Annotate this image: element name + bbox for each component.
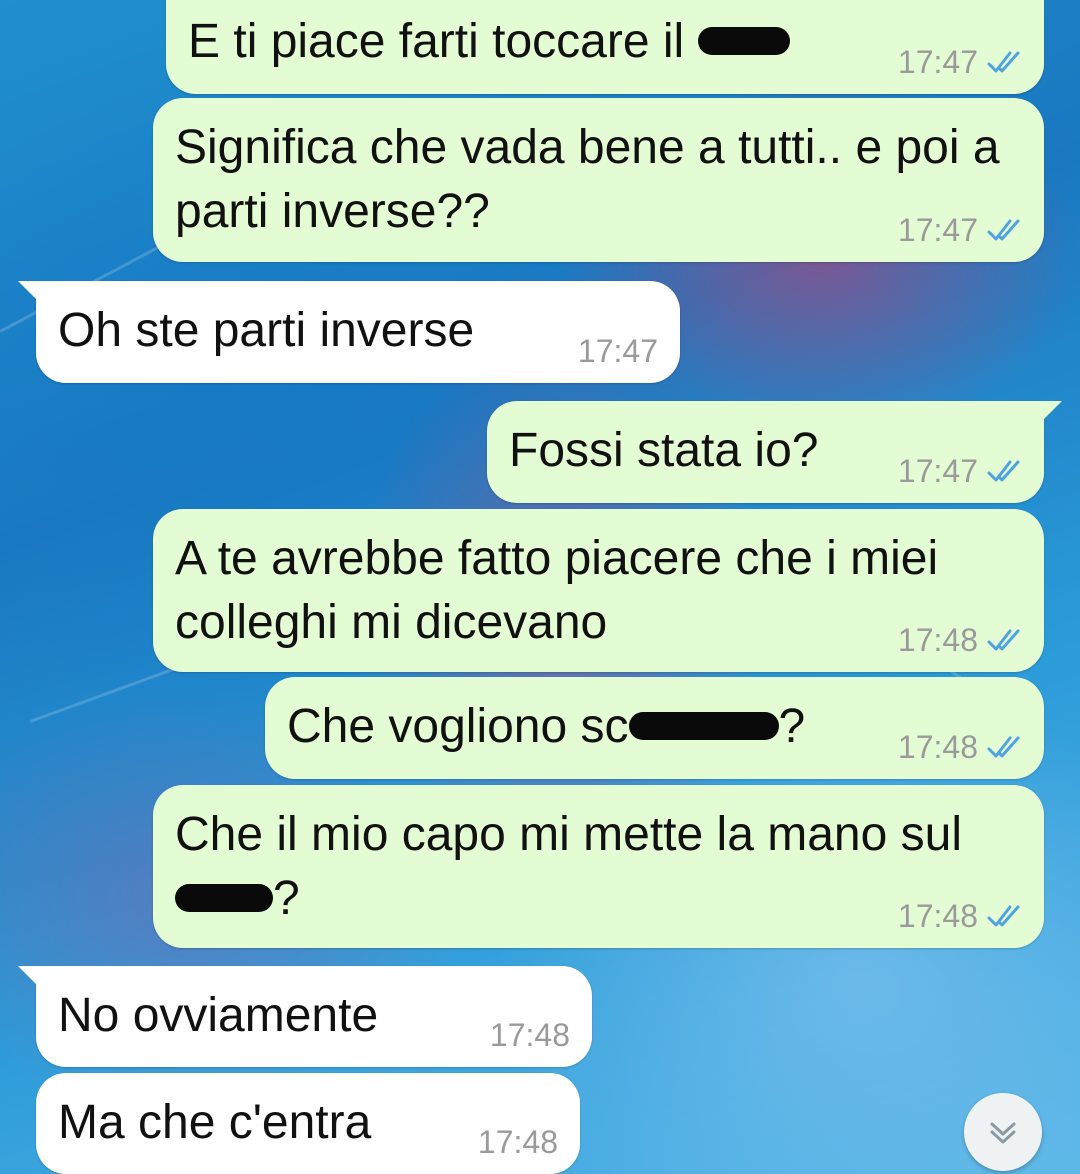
message-meta: 17:48 <box>478 1122 558 1162</box>
message-outgoing[interactable]: E ti piace farti toccare il 17:47 <box>166 0 1044 94</box>
message-time: 17:47 <box>897 44 978 80</box>
message-meta: 17:48 <box>490 1015 570 1055</box>
message-text: E ti piace farti toccare il <box>188 10 1022 74</box>
redaction-mark <box>175 884 273 913</box>
message-text: A te avrebbe fatto piacere che i miei co… <box>175 532 952 649</box>
read-double-check-icon <box>987 629 1020 651</box>
read-double-check-icon <box>987 219 1020 241</box>
message-outgoing[interactable]: Fossi stata io? 17:47 <box>487 401 1062 503</box>
redaction-mark <box>697 27 790 56</box>
message-meta: 17:47 <box>898 451 1024 491</box>
message-time: 17:48 <box>897 898 978 934</box>
message-time: 17:47 <box>577 333 658 369</box>
read-double-check-icon <box>987 51 1020 73</box>
message-text: Che il mio capo mi mette la mano sul ? <box>175 808 976 925</box>
chevron-down-icon <box>990 1122 1016 1144</box>
message-text: Significa che vada bene a tutti.. e poi … <box>175 121 1013 238</box>
message-time: 17:48 <box>897 622 978 658</box>
message-meta: 17:47 <box>898 210 1024 250</box>
message-outgoing[interactable]: Che vogliono sc? 17:48 <box>265 677 1044 779</box>
message-meta: 17:48 <box>898 727 1024 767</box>
redaction-mark <box>628 712 779 741</box>
message-time: 17:48 <box>477 1124 558 1160</box>
message-incoming[interactable]: Ma che c'entra 17:48 <box>36 1073 580 1174</box>
read-double-check-icon <box>987 460 1020 482</box>
message-time: 17:48 <box>489 1017 570 1053</box>
message-meta: 17:47 <box>898 42 1024 82</box>
read-double-check-icon <box>987 905 1020 927</box>
message-meta: 17:47 <box>578 331 658 371</box>
message-time: 17:47 <box>897 212 978 248</box>
message-outgoing[interactable]: Che il mio capo mi mette la mano sul ? 1… <box>153 785 1044 948</box>
message-outgoing[interactable]: Significa che vada bene a tutti.. e poi … <box>153 98 1044 262</box>
chat-background: E ti piace farti toccare il 17:47 Signif… <box>0 0 1080 1174</box>
message-outgoing[interactable]: A te avrebbe fatto piacere che i miei co… <box>153 509 1044 672</box>
message-text: Oh ste parti inverse <box>58 304 475 357</box>
message-meta: 17:48 <box>898 620 1024 660</box>
message-incoming[interactable]: No ovviamente 17:48 <box>18 966 592 1067</box>
read-double-check-icon <box>987 736 1020 758</box>
message-meta: 17:48 <box>898 896 1024 936</box>
scroll-to-bottom-button[interactable] <box>964 1093 1042 1171</box>
message-time: 17:48 <box>897 729 978 765</box>
message-time: 17:47 <box>897 453 978 489</box>
message-incoming[interactable]: Oh ste parti inverse 17:47 <box>18 281 680 383</box>
